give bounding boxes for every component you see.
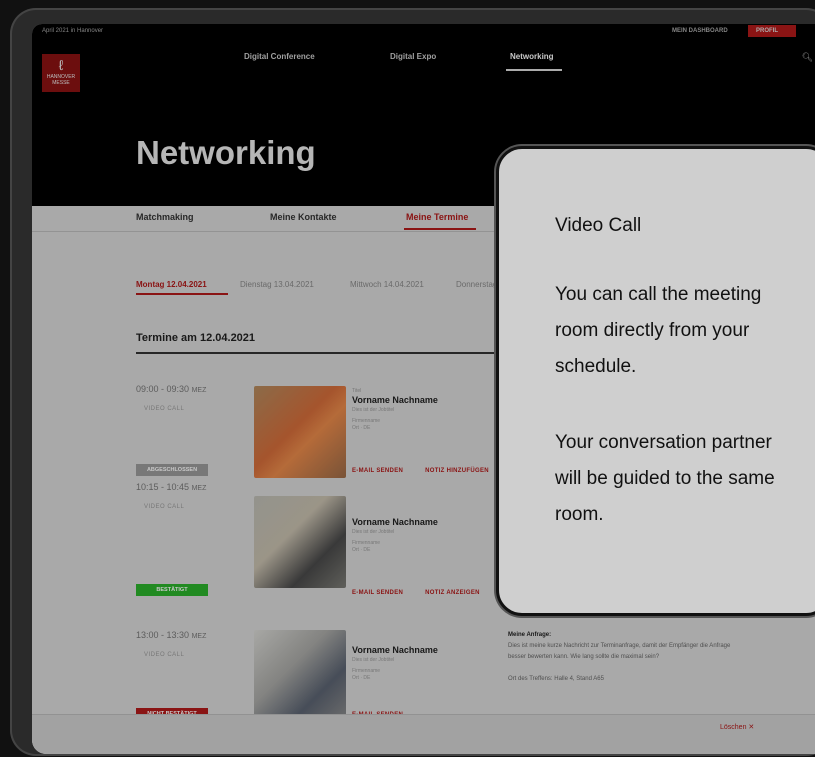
tooltip-title: Video Call xyxy=(555,215,642,236)
tooltip-paragraph: Your conversation partner will be guided… xyxy=(555,432,775,525)
tooltip-paragraph: You can call the meeting room directly f… xyxy=(555,284,762,377)
video-call-tooltip: Video Call You can call the meeting room… xyxy=(496,146,815,616)
